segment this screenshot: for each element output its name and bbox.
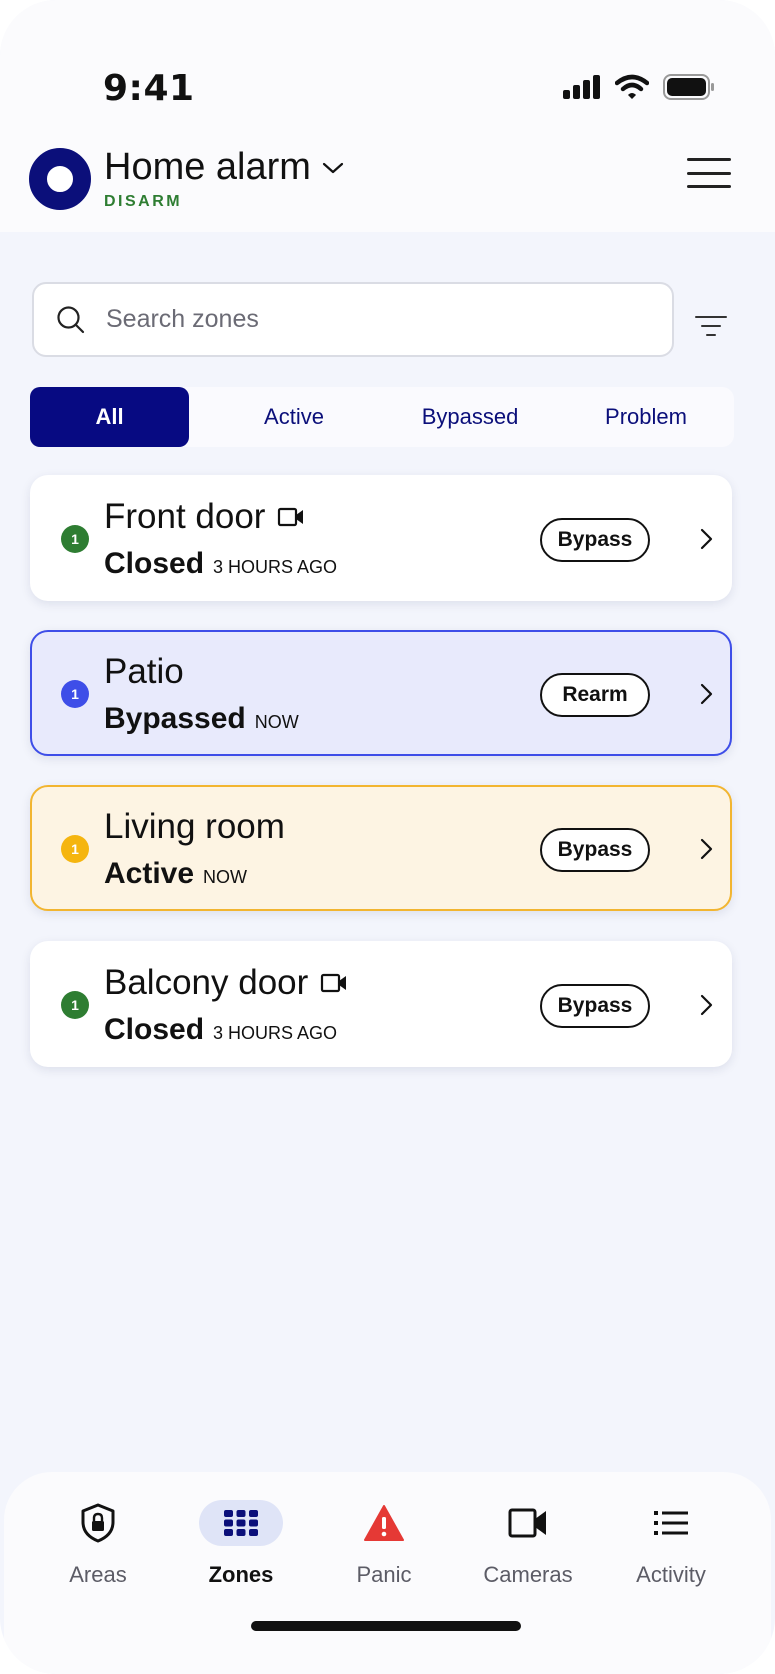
alarm-selector[interactable]: Home alarm [104, 146, 345, 189]
chevron-right-icon[interactable] [694, 682, 718, 706]
filter-tabs: All Active Bypassed Problem [30, 387, 734, 447]
hamburger-menu-icon[interactable] [687, 158, 731, 188]
alarm-status: DISARM [104, 193, 183, 210]
zone-card-patio[interactable]: 1 Patio Bypassed NOW Rearm [30, 630, 732, 756]
bypass-button[interactable]: Bypass [540, 984, 650, 1028]
nav-panic[interactable]: Panic [314, 1492, 454, 1588]
zone-name: Front door [104, 497, 266, 536]
zone-state: Closed [104, 547, 205, 580]
nav-areas[interactable]: Areas [28, 1492, 168, 1588]
zone-time: NOW [254, 712, 299, 732]
list-icon [654, 1511, 688, 1535]
status-time: 9:41 [103, 68, 195, 109]
nav-cameras[interactable]: Cameras [458, 1492, 598, 1588]
chevron-right-icon[interactable] [694, 527, 718, 551]
tab-all[interactable]: All [30, 387, 189, 447]
nav-label: Cameras [483, 1562, 573, 1587]
zone-badge: 1 [61, 835, 89, 863]
zone-badge: 1 [61, 680, 89, 708]
nav-label: Zones [208, 1562, 274, 1587]
brand-logo [29, 147, 91, 210]
status-icons [563, 74, 715, 100]
phone-screen: 9:41 Home alarm DISARM Search zones All … [0, 0, 775, 1674]
zone-name: Living room [104, 807, 285, 846]
shield-lock-icon [81, 1503, 115, 1543]
bypass-button[interactable]: Bypass [540, 828, 650, 872]
zone-name: Balcony door [104, 963, 309, 1002]
signal-icon [563, 75, 600, 99]
zone-time: 3 HOURS AGO [213, 1023, 338, 1043]
chevron-down-icon [322, 162, 344, 173]
warning-icon [364, 1505, 404, 1541]
nav-label: Activity [636, 1562, 706, 1587]
bypass-button[interactable]: Bypass [540, 518, 650, 562]
home-indicator[interactable] [251, 1621, 521, 1631]
zone-time: NOW [203, 867, 248, 887]
nav-activity[interactable]: Activity [601, 1492, 741, 1588]
tab-problem[interactable]: Problem [558, 387, 734, 447]
zone-state: Bypassed [104, 702, 246, 735]
zone-state: Active [104, 857, 195, 890]
zone-state: Closed [104, 1013, 205, 1046]
chevron-right-icon[interactable] [694, 837, 718, 861]
video-camera-icon [508, 1508, 546, 1538]
search-icon [57, 305, 85, 333]
nav-label: Areas [69, 1562, 127, 1587]
zone-card-balcony-door[interactable]: 1 Balcony door Closed 3 HOURS AGO Bypass [30, 941, 732, 1067]
zone-card-front-door[interactable]: 1 Front door Closed 3 HOURS AGO Bypass [30, 475, 732, 601]
zone-card-living-room[interactable]: 1 Living room Active NOW Bypass [30, 785, 732, 911]
search-placeholder: Search zones [106, 305, 259, 333]
camera-icon [321, 973, 347, 993]
camera-icon [278, 507, 304, 527]
zone-name: Patio [104, 652, 184, 691]
zone-badge: 1 [61, 525, 89, 553]
zone-badge: 1 [61, 991, 89, 1019]
page-title: Home alarm [104, 146, 311, 188]
battery-icon [663, 74, 714, 100]
filter-icon[interactable] [695, 314, 727, 338]
rearm-button[interactable]: Rearm [540, 673, 650, 717]
top-bar: 9:41 Home alarm DISARM [0, 0, 775, 232]
grid-icon [224, 1510, 258, 1536]
zone-time: 3 HOURS AGO [213, 557, 338, 577]
bottom-nav: Areas Zones Panic Cameras Activity [4, 1472, 771, 1674]
alarm-header: Home alarm DISARM [29, 146, 345, 211]
tab-active[interactable]: Active [206, 387, 382, 447]
chevron-right-icon[interactable] [694, 993, 718, 1017]
search-input[interactable]: Search zones [32, 282, 674, 357]
nav-zones[interactable]: Zones [171, 1492, 311, 1588]
wifi-icon [615, 74, 649, 99]
nav-label: Panic [356, 1562, 412, 1587]
tab-bypassed[interactable]: Bypassed [382, 387, 558, 447]
